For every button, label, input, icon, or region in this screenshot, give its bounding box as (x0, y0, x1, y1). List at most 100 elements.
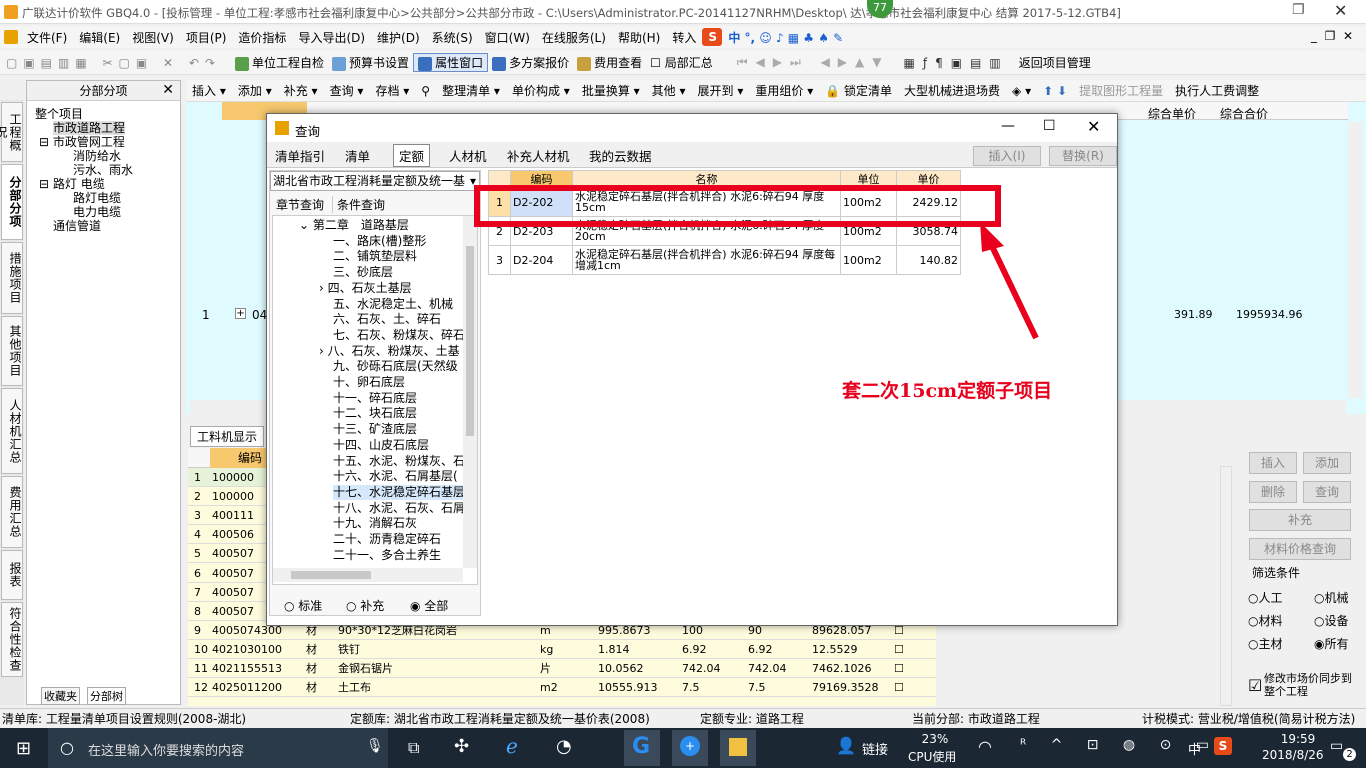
tree-node-fire[interactable]: 消防给水 (73, 149, 121, 163)
tab-list[interactable]: 清单 (345, 146, 370, 165)
lock-list-button[interactable]: 🔒 锁定清单 (819, 82, 898, 99)
notification-icon[interactable]: ▭ (1330, 738, 1343, 754)
tab-report[interactable]: 报表 (1, 550, 23, 600)
return-project-button[interactable]: 返回项目管理 (1015, 54, 1095, 71)
chapter-node[interactable]: 一、路床(槽)整形 (333, 234, 426, 249)
app-circle-icon[interactable]: ◔ (556, 736, 572, 757)
chapter-node[interactable]: 五、水泥稳定土、机械 (333, 297, 453, 312)
taskbar-app-g[interactable]: G (624, 730, 660, 766)
chapter-node[interactable]: ⌄ 第二章 道路基层 (299, 218, 409, 233)
mdi-controls[interactable]: _ ❐ ✕ (1305, 29, 1359, 43)
sogou-icon[interactable]: S (702, 28, 723, 46)
supplement-button[interactable]: 补充 ▾ (278, 82, 324, 99)
chapter-node[interactable]: 十四、山皮石底层 (333, 438, 429, 453)
chapter-hscroll[interactable] (273, 568, 463, 582)
labor-adjust-button[interactable]: 执行人工费调整 (1169, 82, 1265, 99)
link-label[interactable]: 链接 (862, 739, 888, 758)
menu-file[interactable]: 文件(F) (21, 29, 73, 46)
tab-quota[interactable]: 定额 (393, 144, 431, 167)
menu-project[interactable]: 项目(P) (180, 29, 233, 46)
panel-supplement-button[interactable]: 补充 (1249, 509, 1351, 531)
windows-start-icon[interactable]: ⊞ (16, 738, 31, 759)
tree-node-road[interactable]: 市政道路工程 (53, 121, 126, 135)
menu-maintain[interactable]: 维护(D) (371, 29, 426, 46)
fee-view-button[interactable]: 费用查看 (573, 54, 646, 71)
chapter-node[interactable]: › 四、石灰土基层 (319, 281, 412, 296)
close-tree-icon[interactable]: ✕ (162, 82, 174, 98)
tab-division-items[interactable]: 分部分项 (1, 164, 23, 240)
tab-supp-material[interactable]: 补充人材机 (507, 146, 570, 165)
tree-node-power-cable[interactable]: 电力电缆 (73, 205, 121, 219)
radio-standard[interactable]: ○ 标准 (284, 597, 322, 614)
nav-arrow-icons[interactable]: ⏮◀▶⏭ ◀▶▲▼ (737, 55, 890, 70)
filter-all[interactable]: ◉所有 (1314, 635, 1349, 652)
chapter-node[interactable]: 十三、矿渣底层 (333, 422, 417, 437)
chapter-node[interactable]: 十五、水泥、粉煤灰、石 (333, 454, 465, 469)
menu-transfer[interactable]: 转入 (666, 29, 702, 46)
person-icon[interactable]: 👤 (836, 736, 856, 755)
unit-price-button[interactable]: 单价构成 ▾ (506, 82, 576, 99)
tab-cloud-data[interactable]: 我的云数据 (589, 146, 652, 165)
main-vscroll[interactable] (1348, 122, 1362, 398)
panel-delete-button[interactable]: 删除 (1249, 481, 1297, 503)
extract-quantity-button[interactable]: 提取图形工程量 (1073, 82, 1169, 99)
fan-app-icon[interactable]: ✣ (454, 736, 469, 757)
ime-lang[interactable]: 中 (1188, 739, 1201, 758)
tab-condition-query[interactable]: 条件查询 (332, 196, 385, 213)
filter-equipment[interactable]: ○设备 (1314, 612, 1349, 629)
tree-node-comm[interactable]: 通信管道 (53, 219, 101, 233)
row-checkbox[interactable]: ☐ (894, 640, 904, 659)
menu-window[interactable]: 窗口(W) (479, 29, 536, 46)
paint-icon[interactable]: ◈ ▾ (1006, 84, 1037, 98)
filter-labor[interactable]: ○人工 (1248, 589, 1283, 606)
mic-icon[interactable]: 🎙 (366, 738, 384, 754)
tab-list-guide[interactable]: 清单指引 (275, 146, 325, 165)
tab-material-summary[interactable]: 人材机汇总 (1, 388, 23, 474)
material-row[interactable]: 11 4021155513 材 金钢石锯片 片 10.0562 742.04 742.04 74… (188, 659, 936, 678)
chapter-node[interactable]: 十一、碎石底层 (333, 391, 417, 406)
self-check-button[interactable]: 单位工程自检 (231, 54, 328, 71)
filter-material[interactable]: ○材料 (1248, 612, 1283, 629)
taskbar-app-plus[interactable]: + (672, 730, 708, 766)
library-select[interactable]: 湖北省市政工程消耗量定额及统一基 ▾ (270, 171, 480, 191)
wifi-icon[interactable]: ◠ (978, 737, 992, 756)
quota-row[interactable]: 3 D2-204 水泥稳定碎石基层(拌合机拌合) 水泥6:碎石94 厚度每增减1… (488, 245, 961, 275)
material-row[interactable]: 12 4025011200 材 土工布 m2 10555.913 7.5 7.5 79169.3… (188, 678, 936, 698)
panel-insert-button[interactable]: 插入 (1249, 452, 1297, 474)
menu-help[interactable]: 帮助(H) (612, 29, 666, 46)
chapter-vscroll[interactable] (463, 216, 477, 568)
chapter-node[interactable]: 六、石灰、土、碎石 (333, 312, 441, 327)
menu-import-export[interactable]: 导入导出(D) (292, 29, 371, 46)
row-checkbox[interactable]: ☐ (894, 659, 904, 678)
dialog-replace-button[interactable]: 替换(R) (1049, 146, 1117, 166)
tab-favorites[interactable]: 收藏夹 (41, 687, 80, 705)
reuse-pricing-button[interactable]: 重用组价 ▾ (749, 82, 819, 99)
restore-icon[interactable]: ❐ (1292, 2, 1305, 18)
dialog-minimize-icon[interactable]: — (1001, 118, 1015, 134)
tab-fee-summary[interactable]: 费用汇总 (1, 476, 23, 548)
taskbar-app-gbq[interactable] (720, 730, 756, 766)
tree-node-lamp-cable[interactable]: 路灯电缆 (73, 191, 121, 205)
chapter-node[interactable]: 二十一、多合土养生 (333, 548, 441, 563)
tab-labor-material[interactable]: 人材机 (449, 146, 487, 165)
organize-list-button[interactable]: 整理清单 ▾ (436, 82, 506, 99)
chapter-node[interactable]: 七、石灰、粉煤灰、碎石 (333, 328, 465, 343)
menu-view[interactable]: 视图(V) (126, 29, 180, 46)
file-tool-icons[interactable]: ▢▣▤▥▦ ✂▢▣ ✕ ↶↷ (6, 56, 221, 70)
tab-chapter-query[interactable]: 章节查询 (276, 196, 324, 213)
search-box[interactable]: ○ 在这里输入你要搜索的内容 🎙 (48, 728, 388, 768)
ime-toolbar[interactable]: 中 °, ☺ ♪ ▦ ♣ ♠ ✎ (722, 29, 849, 46)
insert-button[interactable]: 插入 ▾ (186, 82, 232, 99)
binoculars-icon[interactable]: ⚲ (415, 84, 436, 98)
sogou-tray-icon[interactable]: S (1214, 737, 1232, 755)
menu-cost-index[interactable]: 造价指标 (232, 29, 292, 46)
chapter-node[interactable]: 二、铺筑垫层料 (333, 249, 417, 264)
tab-division-tree[interactable]: 分部树 (87, 687, 126, 705)
chapter-node[interactable]: 十六、水泥、石屑基层( (333, 469, 458, 484)
radio-all[interactable]: ◉ 全部 (410, 597, 448, 614)
multi-quote-button[interactable]: 多方案报价 (488, 54, 573, 71)
lower-vscroll[interactable] (1220, 466, 1232, 706)
chapter-node[interactable]: › 八、石灰、粉煤灰、土基 (319, 344, 460, 359)
material-row[interactable]: 10 4021030100 材 铁钉 kg 1.814 6.92 6.92 12.5529 ☐ (188, 640, 936, 659)
expand-icon[interactable]: + (235, 308, 246, 319)
